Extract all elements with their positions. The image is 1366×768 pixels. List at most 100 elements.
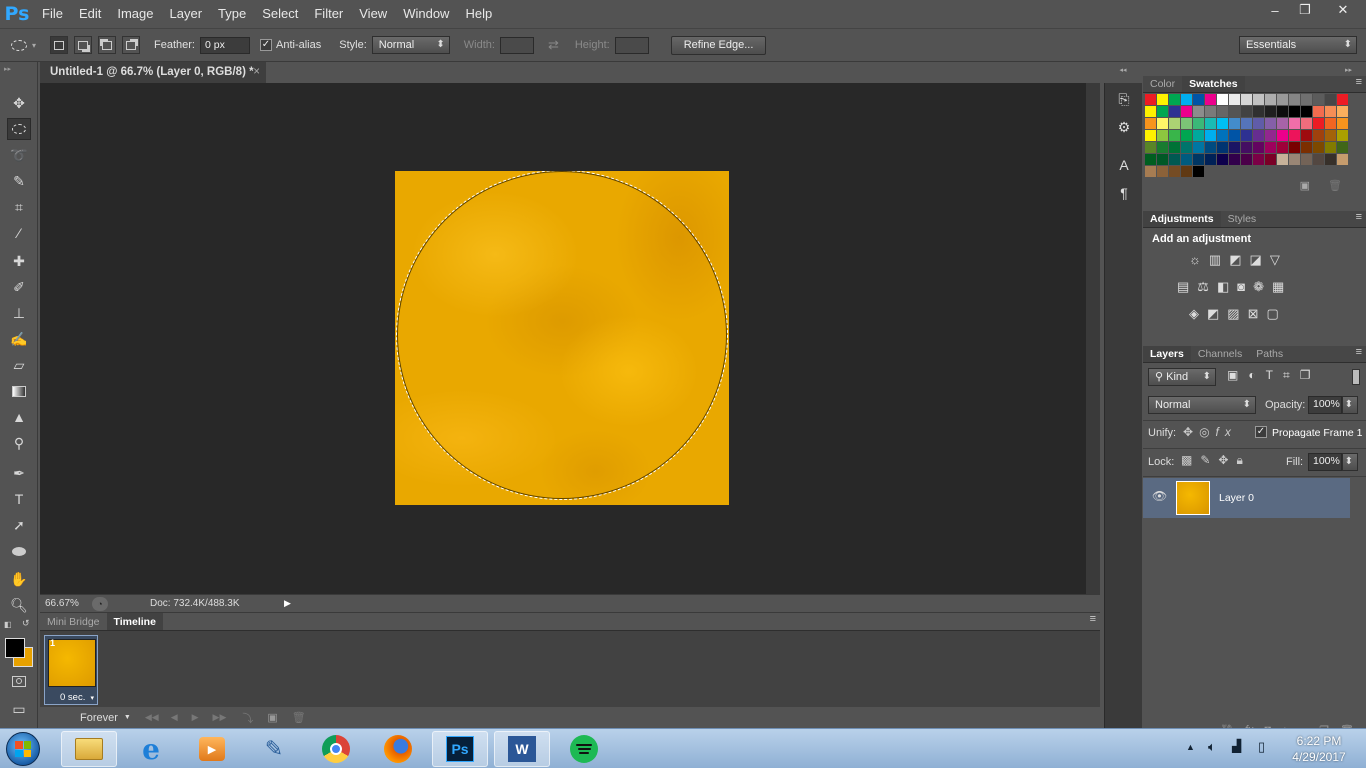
color-swatch[interactable] [1157,106,1168,117]
color-swatch[interactable] [1325,142,1336,153]
unify-visibility-icon[interactable]: ◎ [1199,425,1215,439]
color-swatch[interactable] [1325,130,1336,141]
subtract-selection-mode-icon[interactable] [98,36,117,54]
color-swatch[interactable] [1205,118,1216,129]
color-swatch[interactable] [1253,118,1264,129]
tab-timeline[interactable]: Timeline [106,613,163,630]
color-swatch[interactable] [1169,118,1180,129]
lock-position-icon[interactable]: ✥ [1218,453,1236,467]
color-swatch[interactable] [1241,130,1252,141]
frame-delay[interactable]: 0 sec. [60,692,85,703]
opacity-input[interactable]: 100% [1308,396,1342,414]
color-swatch[interactable] [1337,154,1348,165]
tab-styles[interactable]: Styles [1221,211,1264,227]
color-swatch[interactable] [1229,142,1240,153]
menu-help[interactable]: Help [457,0,500,28]
close-window-button[interactable]: ✕ [1320,0,1366,20]
zoom-tool-icon[interactable]: 🔍︎ [7,594,31,616]
color-swatch[interactable] [1265,154,1276,165]
color-swatch[interactable] [1205,142,1216,153]
add-selection-mode-icon[interactable] [74,36,93,54]
history-brush-tool-icon[interactable]: ✍ [7,328,31,350]
black-white-icon[interactable]: ◧ [1217,279,1237,294]
color-swatch[interactable] [1217,154,1228,165]
layers-panel-menu-icon[interactable]: ≡ [1356,346,1362,358]
eyedropper-tool-icon[interactable]: ⁄ [7,222,31,244]
elliptical-marquee-preset-icon[interactable] [8,35,30,55]
menu-edit[interactable]: Edit [71,0,109,28]
foreground-color-swatch[interactable] [5,638,25,658]
color-swatch[interactable] [1193,130,1204,141]
color-swatch[interactable] [1229,118,1240,129]
taskbar-firefox[interactable] [370,731,426,767]
color-swatch[interactable] [1157,118,1168,129]
vibrance-icon[interactable]: ▽ [1270,252,1288,267]
color-swatch[interactable] [1145,118,1156,129]
taskbar-internet-explorer[interactable]: e [123,731,179,767]
start-button[interactable] [6,732,40,766]
style-dropdown[interactable]: Normal [371,36,450,54]
play-icon[interactable]: ▶ [192,712,199,723]
color-swatch[interactable] [1145,130,1156,141]
taskbar-chrome[interactable] [308,731,364,767]
propagate-frame-checkbox[interactable]: ✓ [1255,426,1267,438]
filter-toggle-switch[interactable] [1352,369,1360,385]
color-swatch[interactable] [1301,142,1312,153]
unify-position-icon[interactable]: ✥ [1183,425,1199,439]
color-swatch[interactable] [1193,106,1204,117]
layer-row-layer-0[interactable]: 👁︎ Layer 0 [1143,478,1350,518]
document-canvas[interactable] [395,171,729,505]
taskbar-spotify[interactable] [556,731,612,767]
dodge-tool-icon[interactable]: ⚲ [7,432,31,454]
menu-window[interactable]: Window [395,0,457,28]
intersect-selection-mode-icon[interactable] [122,36,141,54]
clone-stamp-tool-icon[interactable]: ⊥ [7,302,31,324]
color-swatch[interactable] [1241,118,1252,129]
color-swatch[interactable] [1301,106,1312,117]
close-document-icon[interactable]: × [253,62,260,83]
color-swatch[interactable] [1181,154,1192,165]
duplicate-frame-icon[interactable]: ▣ [267,711,277,724]
color-swatch[interactable] [1337,142,1348,153]
swap-dimensions-icon[interactable]: ⇄ [548,37,559,53]
document-tab[interactable]: Untitled-1 @ 66.7% (Layer 0, RGB/8) * × [40,62,266,83]
color-swatch[interactable] [1325,106,1336,117]
color-swatch[interactable] [1181,130,1192,141]
type-tool-icon[interactable]: T [7,488,31,510]
color-swatch[interactable] [1205,154,1216,165]
refine-edge-button[interactable]: Refine Edge... [670,35,767,55]
pen-tool-icon[interactable]: ✒ [7,462,31,484]
color-swatch[interactable] [1337,106,1348,117]
blur-tool-icon[interactable]: ▲ [7,406,31,428]
filter-smart-object-icon[interactable]: ❐ [1300,368,1321,382]
levels-icon[interactable]: ▥ [1209,252,1229,267]
menu-file[interactable]: File [34,0,71,28]
fill-dropdown-icon[interactable] [1342,453,1358,471]
color-swatch[interactable] [1157,94,1168,105]
color-swatch[interactable] [1301,130,1312,141]
color-swatch[interactable] [1313,154,1324,165]
tab-adjustments[interactable]: Adjustments [1143,211,1221,227]
tab-color[interactable]: Color [1143,76,1182,92]
swatches-panel-menu-icon[interactable]: ≡ [1356,76,1362,88]
color-swatch[interactable] [1253,154,1264,165]
new-selection-mode-icon[interactable] [50,36,69,54]
color-swatch[interactable] [1277,106,1288,117]
collapse-panels-icon[interactable]: ▸▸ [1345,66,1352,74]
color-swatch[interactable] [1193,142,1204,153]
tab-channels[interactable]: Channels [1191,346,1249,362]
history-panel-icon[interactable]: ⎘ [1105,85,1143,113]
photo-filter-icon[interactable]: ◙ [1237,279,1253,294]
color-swatch[interactable] [1277,94,1288,105]
color-swatch[interactable] [1301,94,1312,105]
collapse-strip-icon[interactable]: ◂◂ [1104,66,1142,74]
next-frame-icon[interactable]: ▶▶ [213,712,227,723]
curves-icon[interactable]: ◩ [1229,252,1249,267]
lock-all-icon[interactable]: 🔒︎ [1236,453,1250,467]
crop-tool-icon[interactable]: ⌗ [7,196,31,218]
blend-mode-dropdown[interactable]: Normal [1148,396,1256,414]
lock-pixels-icon[interactable]: ✎ [1200,453,1218,467]
color-swatch[interactable] [1169,154,1180,165]
color-swatch[interactable] [1205,106,1216,117]
previous-frame-icon[interactable]: ◀ [171,712,178,723]
